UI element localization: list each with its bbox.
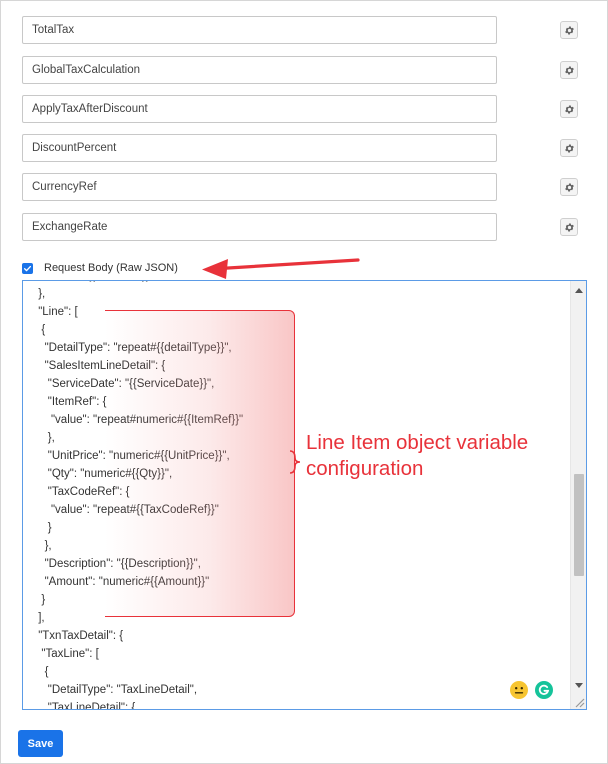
field-input-discountpercent[interactable] (22, 134, 497, 162)
field-row-exchangerate (22, 213, 582, 241)
code-line: }, (35, 288, 46, 300)
scroll-up-icon[interactable] (571, 283, 586, 297)
gear-icon (564, 143, 574, 153)
code-line: "DetailType": "TaxLineDetail", (35, 684, 198, 696)
annotation-brace-icon (289, 450, 301, 474)
gear-icon (564, 182, 574, 192)
field-row-applytaxafterdiscount (22, 95, 582, 123)
field-settings-button[interactable] (560, 218, 578, 236)
field-settings-button[interactable] (560, 21, 578, 39)
checkmark-icon (23, 265, 32, 271)
request-body-toggle[interactable]: Request Body (Raw JSON) (22, 260, 178, 276)
field-settings-button[interactable] (560, 61, 578, 79)
annotation-line-1: Line Item object variable (306, 431, 529, 454)
field-input-exchangerate[interactable] (22, 213, 497, 241)
code-line: { (35, 666, 49, 678)
field-row-globaltaxcalculation (22, 56, 582, 84)
scrollbar-thumb[interactable] (574, 474, 584, 576)
field-settings-button[interactable] (560, 178, 578, 196)
gear-icon (564, 65, 574, 75)
field-input-totaltax[interactable] (22, 16, 497, 44)
grammarly-icon[interactable] (535, 681, 553, 699)
code-line: "TaxLine": [ (35, 648, 99, 660)
field-row-currencyref (22, 173, 582, 201)
code-line: "TxnTaxDetail": { (35, 630, 124, 642)
gear-icon (564, 25, 574, 35)
emoji-icon[interactable] (510, 681, 528, 699)
field-row-totaltax (22, 16, 582, 44)
request-body-label: Request Body (Raw JSON) (44, 262, 178, 274)
field-row-discountpercent (22, 134, 582, 162)
resize-handle-icon[interactable] (573, 696, 585, 708)
gear-icon (564, 104, 574, 114)
annotation-line-2: configuration (306, 457, 424, 480)
editor-scrollbar[interactable] (570, 281, 586, 709)
annotation-text: Line Item object variable configuration (306, 430, 596, 482)
save-button[interactable]: Save (18, 730, 63, 757)
field-settings-button[interactable] (560, 139, 578, 157)
request-body-checkbox[interactable] (22, 262, 33, 274)
field-input-currencyref[interactable] (22, 173, 497, 201)
gear-icon (564, 222, 574, 232)
field-input-applytaxafterdiscount[interactable] (22, 95, 497, 123)
annotation-arrow-icon (202, 258, 360, 279)
field-input-globaltaxcalculation[interactable] (22, 56, 497, 84)
annotation-highlight-box (105, 310, 295, 617)
scroll-down-icon[interactable] (571, 679, 586, 693)
field-settings-button[interactable] (560, 100, 578, 118)
code-line: "TaxLineDetail": { (35, 702, 136, 710)
